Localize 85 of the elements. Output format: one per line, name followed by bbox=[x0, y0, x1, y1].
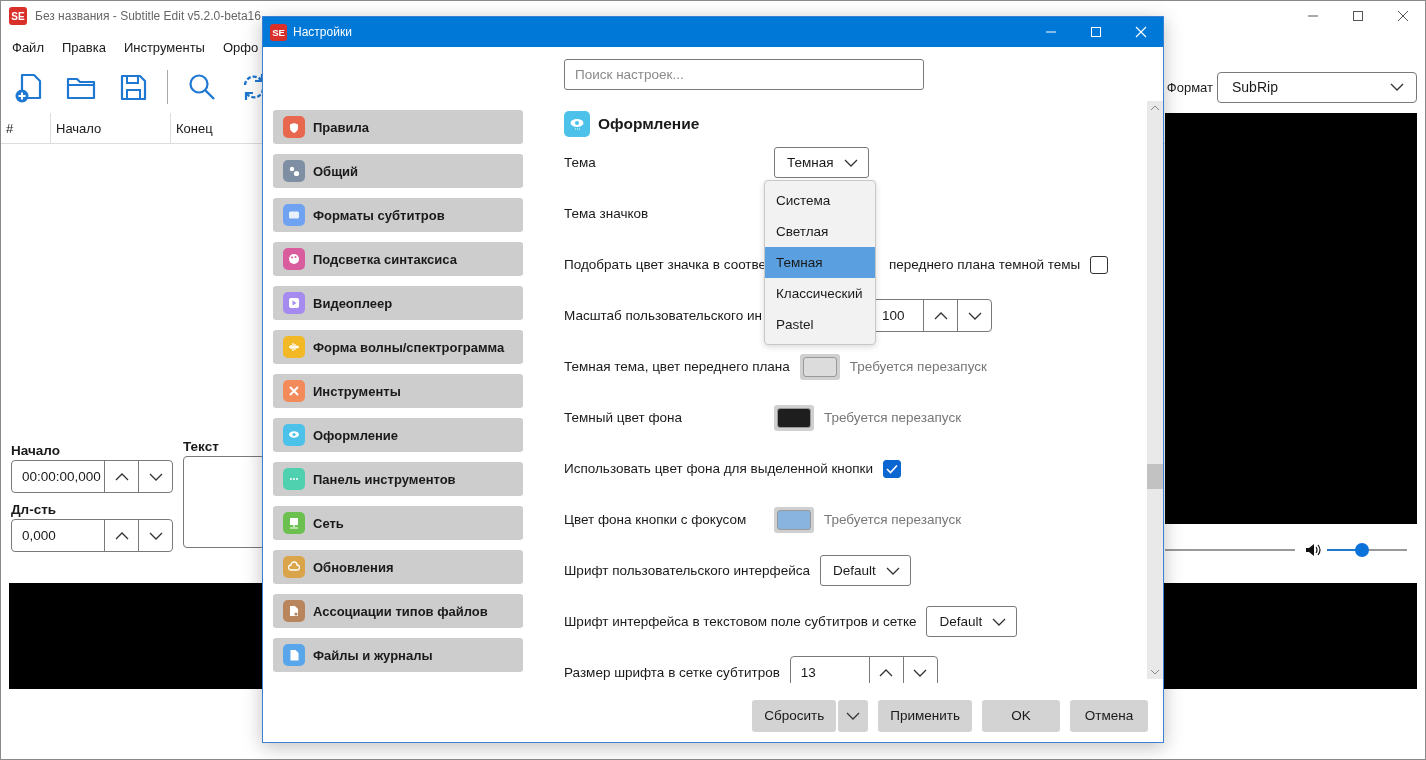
sidebar-item[interactable]: Форматы субтитров bbox=[273, 198, 523, 232]
close-icon bbox=[1134, 26, 1147, 38]
dropdown-button[interactable] bbox=[838, 699, 869, 732]
setting-label: Тема значков bbox=[564, 206, 649, 221]
column-header: # bbox=[1, 113, 51, 143]
duration-label: Дл-сть bbox=[11, 502, 58, 517]
dialog-button[interactable]: OK bbox=[982, 699, 1060, 732]
chevron-down-icon bbox=[913, 668, 928, 677]
chevron-up-icon bbox=[114, 531, 129, 540]
chevron-up-icon bbox=[933, 311, 948, 320]
text-label: Текст bbox=[183, 439, 220, 454]
restart-note: Требуется перезапуск bbox=[849, 359, 987, 374]
sidebar-item[interactable]: Сеть bbox=[273, 506, 523, 540]
setting-label: Темная тема, цвет переднего плана bbox=[564, 359, 790, 374]
start-label: Начало bbox=[11, 443, 61, 458]
start-time-spinner[interactable]: 00:00:00,000 bbox=[11, 460, 173, 493]
chevron-up-icon bbox=[879, 668, 894, 677]
checkbox[interactable] bbox=[1090, 255, 1109, 274]
dialog-button[interactable]: Отмена bbox=[1070, 699, 1148, 732]
setting-label: переднего плана темной темы bbox=[889, 257, 1081, 272]
sidebar-item[interactable]: Видеоплеер bbox=[273, 286, 523, 320]
app-logo: SE bbox=[9, 7, 27, 25]
maximize-icon bbox=[1089, 26, 1102, 38]
setting-dropdown[interactable]: Default bbox=[926, 606, 1018, 637]
chevron-down-icon bbox=[148, 531, 163, 540]
dialog-button[interactable]: Применить bbox=[878, 699, 972, 732]
scroll-up-icon[interactable] bbox=[1150, 105, 1160, 111]
speaker-icon[interactable] bbox=[1305, 543, 1321, 557]
setting-label: Подобрать цвет значка в соотве bbox=[564, 257, 767, 272]
dropdown-option[interactable]: Система bbox=[765, 185, 875, 216]
dialog-title: Настройки bbox=[293, 25, 353, 39]
chevron-down-icon bbox=[148, 472, 163, 481]
setting-dropdown[interactable]: Темная bbox=[774, 147, 869, 178]
column-header: Начало bbox=[51, 113, 171, 143]
scrollbar[interactable] bbox=[1147, 101, 1163, 679]
sidebar-item[interactable]: Форма волны/спектрограмма bbox=[273, 330, 523, 364]
chevron-down-icon bbox=[992, 617, 1007, 626]
setting-label: Использовать цвет фона для выделенной кнопки bbox=[564, 461, 874, 476]
menu-item[interactable]: Файл bbox=[3, 39, 53, 55]
number-spinner[interactable]: 13 bbox=[789, 656, 938, 683]
checkmark-icon bbox=[886, 463, 899, 474]
chevron-down-icon bbox=[843, 158, 858, 167]
search-field[interactable]: Поиск настроек... bbox=[564, 59, 924, 90]
format-label: Формат bbox=[1166, 79, 1213, 95]
dropdown-option[interactable]: Светлая bbox=[765, 216, 875, 247]
close-icon bbox=[1396, 10, 1409, 22]
sidebar-item[interactable]: Общий bbox=[273, 154, 523, 188]
setting-label: Размер шрифта в сетке субтитров bbox=[564, 665, 780, 680]
sidebar-item[interactable]: Файлы и журналы bbox=[273, 638, 523, 672]
duration-spinner[interactable]: 0,000 bbox=[11, 519, 173, 552]
sidebar-item[interactable]: Обновления bbox=[273, 550, 523, 584]
setting-label: Темный цвет фона bbox=[564, 410, 683, 425]
sidebar-item[interactable]: Правила bbox=[273, 110, 523, 144]
scrollbar-thumb[interactable] bbox=[1147, 464, 1163, 489]
setting-label: Тема bbox=[564, 155, 596, 170]
setting-dropdown[interactable]: Default bbox=[820, 555, 911, 586]
chevron-down-icon bbox=[885, 566, 900, 575]
eye-icon bbox=[564, 111, 590, 137]
setting-label: Шрифт пользовательского интерфейса bbox=[564, 563, 811, 578]
dropdown-option[interactable]: Темная bbox=[765, 247, 875, 278]
setting-label: Шрифт интерфейса в текстовом поле субтитров и сетке bbox=[564, 614, 917, 629]
sidebar-item[interactable]: Панель инструментов bbox=[273, 462, 523, 496]
section-heading: Оформление bbox=[598, 115, 700, 133]
app-logo: SE bbox=[270, 23, 287, 41]
chevron-down-icon bbox=[1390, 83, 1404, 91]
chevron-down-icon bbox=[967, 311, 982, 320]
setting-label: Масштаб пользовательского ин bbox=[564, 308, 762, 323]
reset-button[interactable]: Сбросить bbox=[752, 699, 837, 732]
setting-label: Цвет фона кнопки с фокусом bbox=[564, 512, 747, 527]
scroll-down-icon[interactable] bbox=[1150, 669, 1160, 675]
sidebar-item[interactable]: Оформление bbox=[273, 418, 523, 452]
sidebar-item[interactable]: Подсветка синтаксиса bbox=[273, 242, 523, 276]
format-dropdown[interactable]: SubRip bbox=[1217, 71, 1417, 103]
restart-note: Требуется перезапуск bbox=[824, 410, 962, 425]
sidebar-item[interactable]: Ассоциации типов файлов bbox=[273, 594, 523, 628]
checkbox[interactable] bbox=[883, 459, 902, 478]
menu-item[interactable]: Инструменты bbox=[114, 39, 214, 55]
slider-thumb[interactable] bbox=[1355, 543, 1370, 557]
restart-note: Требуется перезапуск bbox=[824, 512, 962, 527]
sidebar-item[interactable]: Инструменты bbox=[273, 374, 523, 408]
menu-item[interactable]: Правка bbox=[52, 39, 115, 55]
maximize-icon bbox=[1351, 10, 1364, 22]
window-title: Без названия - Subtitle Edit v5.2.0-beta16 bbox=[35, 9, 262, 23]
chevron-up-icon bbox=[114, 472, 129, 481]
caret-icon bbox=[846, 711, 861, 720]
